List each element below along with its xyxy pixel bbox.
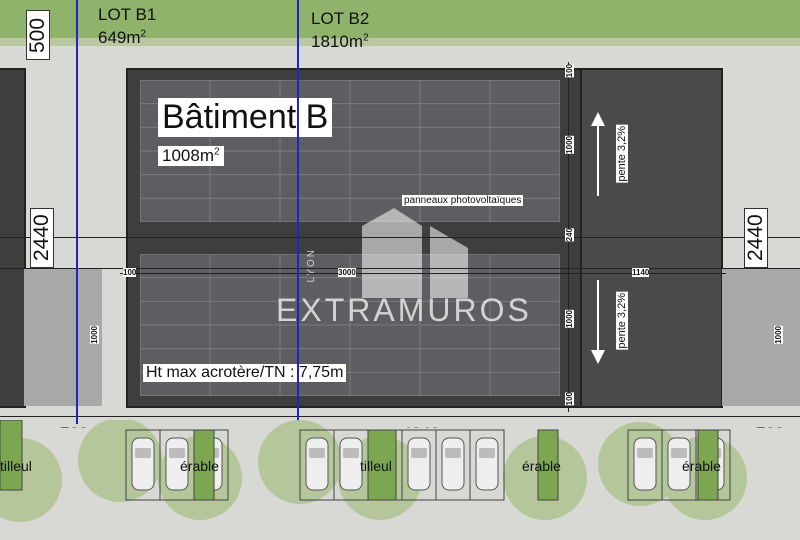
dim-line-h-bottom — [0, 416, 800, 417]
lot-b1-area: 649m2 — [98, 28, 146, 48]
dim-1140: 1140 — [632, 268, 650, 277]
dim-100-top: 100 — [565, 64, 574, 78]
ramp-slope-top: pente 3,2% — [616, 125, 628, 183]
tree-label-4: érable — [522, 458, 561, 474]
dim-3000: 3000 — [338, 268, 356, 277]
car-windshield — [411, 448, 427, 458]
building-title: Bâtiment B — [158, 98, 333, 137]
car-windshield — [169, 448, 185, 458]
dim-1000-right: 1000 — [774, 326, 783, 344]
tree-label-3: tilleul — [360, 458, 392, 474]
lot-b2-area: 1810m2 — [311, 32, 369, 52]
dim-line-h-mid — [0, 268, 800, 269]
pv-label: panneaux photovoltaïques — [402, 195, 524, 206]
car-icon — [633, 437, 657, 491]
car-windshield — [445, 448, 461, 458]
lot-b2-area-value: 1810m — [311, 32, 363, 51]
dim-500: 500 — [26, 10, 50, 60]
tree-label-5: érable — [682, 458, 721, 474]
site-plan: { "colors": { "grass": "#8fb36a", "pavin… — [0, 0, 800, 540]
tree-label-2: érable — [180, 458, 219, 474]
dim-2440-left: 2440 — [30, 208, 54, 268]
watermark-logo-icon — [362, 208, 468, 298]
dim-line-h-top — [0, 237, 800, 238]
lot-b2-area-exp: 2 — [362, 32, 369, 44]
building-area: 1008m2 — [158, 146, 224, 166]
dim-240: 240 — [565, 228, 574, 242]
left-building — [0, 68, 26, 408]
car-icon — [339, 437, 363, 491]
dim-2440-right: 2440 — [744, 208, 768, 268]
dim-1000-top: 1000 — [565, 136, 574, 154]
lot-b1-name: LOT B1 — [98, 5, 157, 24]
car-icon — [407, 437, 431, 491]
lot-b1-area-exp: 2 — [140, 28, 147, 40]
car-windshield — [135, 448, 151, 458]
building-area-exp: 2 — [213, 146, 220, 158]
road-right — [722, 268, 800, 406]
parking-area — [0, 420, 747, 522]
car-icon — [441, 437, 465, 491]
car-icon — [131, 437, 155, 491]
dim-1000-left: 1000 — [90, 326, 99, 344]
ramp-slope-bottom: pente 3,2% — [616, 292, 628, 350]
car-windshield — [637, 448, 653, 458]
car-windshield — [671, 448, 687, 458]
height-note: Ht max acrotère/TN : 7,75m — [143, 364, 347, 382]
car-windshield — [343, 448, 359, 458]
dim-100-bottom: 100 — [565, 392, 574, 406]
watermark-brand: EXTRAMUROS — [276, 292, 532, 328]
car-windshield — [309, 448, 325, 458]
car-windshield — [479, 448, 495, 458]
tree-label-1: tilleul — [0, 458, 32, 474]
car-icon — [305, 437, 329, 491]
dim-1000-bottom: 1000 — [565, 310, 574, 328]
dim-100-left: 100 — [123, 268, 137, 277]
car-icon — [475, 437, 499, 491]
lot-b2-name: LOT B2 — [311, 9, 370, 28]
watermark-city: LYON — [306, 248, 317, 283]
arrow-down-icon — [591, 280, 605, 364]
arrow-up-icon — [591, 112, 605, 196]
building-area-value: 1008m — [162, 146, 214, 165]
lot-b1-area-value: 649m — [98, 28, 141, 47]
planting-strip — [0, 420, 23, 491]
